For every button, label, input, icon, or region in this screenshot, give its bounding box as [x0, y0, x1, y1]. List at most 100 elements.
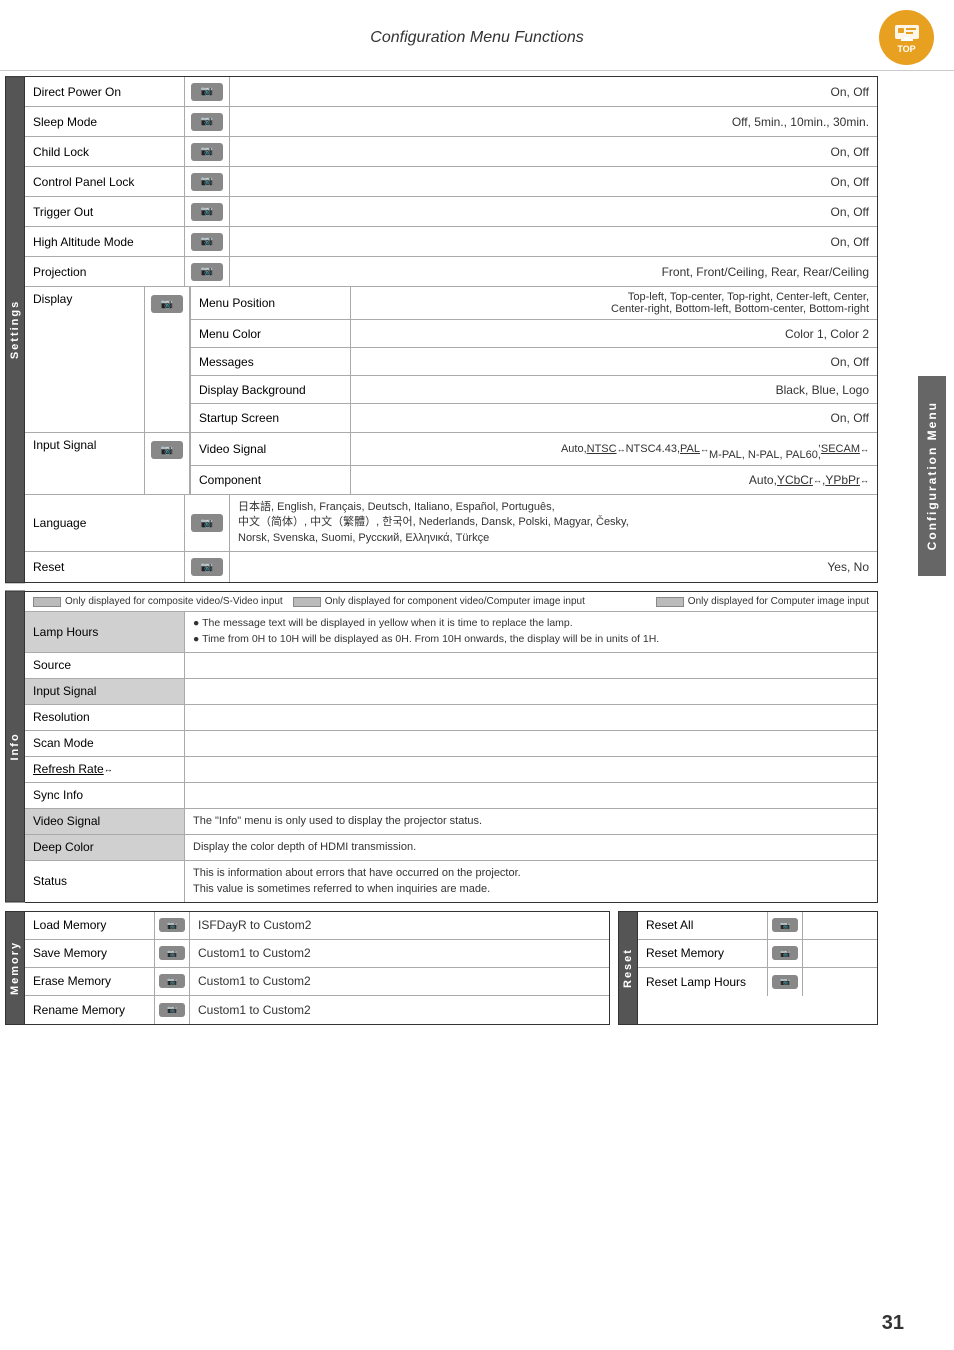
page-header: Configuration Menu Functions TOP — [0, 0, 954, 71]
direct-power-on-row: Direct Power On 📷 On, Off — [25, 77, 877, 107]
composite-legend-text: Only displayed for composite video/S-Vid… — [65, 596, 283, 607]
startup-screen-label: Startup Screen — [191, 404, 351, 432]
rename-memory-label: Rename Memory — [25, 996, 155, 1024]
reset-label: Reset — [25, 552, 185, 582]
reset-all-label: Reset All — [638, 912, 768, 939]
component-row: Component Auto, YCbCr↔, YPbPr↔ — [191, 466, 877, 494]
info-section: Info Only displayed for composite video/… — [5, 591, 878, 903]
resolution-value — [185, 705, 877, 730]
sleep-mode-row: Sleep Mode 📷 Off, 5min., 10min., 30min. — [25, 107, 877, 137]
input-signal-info-row: Input Signal — [25, 679, 877, 705]
control-panel-lock-value: On, Off — [230, 167, 877, 196]
video-signal-label: Video Signal — [191, 433, 351, 465]
status-label: Status — [25, 861, 185, 902]
refresh-rate-label: Refresh Rate↔ — [25, 757, 185, 782]
reset-value: Yes, No — [230, 552, 877, 582]
child-lock-row: Child Lock 📷 On, Off — [25, 137, 877, 167]
sleep-mode-value: Off, 5min., 10min., 30min. — [230, 107, 877, 136]
deep-color-row: Deep Color Display the color depth of HD… — [25, 835, 877, 861]
menu-position-value: Top-left, Top-center, Top-right, Center-… — [351, 287, 877, 319]
scan-mode-label: Scan Mode — [25, 731, 185, 756]
reset-icon: 📷 — [185, 552, 230, 582]
high-altitude-mode-icon: 📷 — [185, 227, 230, 256]
deep-color-label: Deep Color — [25, 835, 185, 860]
erase-memory-value: Custom1 to Custom2 — [190, 968, 609, 995]
component-label: Component — [191, 466, 351, 494]
video-signal-info-value: The "Info" menu is only used to display … — [185, 809, 877, 834]
menu-position-label: Menu Position — [191, 287, 351, 319]
trigger-out-icon: 📷 — [185, 197, 230, 226]
lamp-hours-value: ● The message text will be displayed in … — [185, 612, 877, 652]
reset-memory-label: Reset Memory — [638, 940, 768, 967]
source-label: Source — [25, 653, 185, 678]
messages-label: Messages — [191, 348, 351, 375]
trigger-out-label: Trigger Out — [25, 197, 185, 226]
projection-label: Projection — [25, 257, 185, 286]
display-row: Display 📷 Menu Position Top-left, Top-ce… — [25, 287, 877, 433]
video-signal-row: Video Signal Auto, NTSC↔ NTSC4.43, PAL↔,… — [191, 433, 877, 466]
child-lock-value: On, Off — [230, 137, 877, 166]
high-altitude-mode-value: On, Off — [230, 227, 877, 256]
high-altitude-mode-label: High Altitude Mode — [25, 227, 185, 256]
refresh-rate-row: Refresh Rate↔ — [25, 757, 877, 783]
direct-power-on-value: On, Off — [230, 77, 877, 106]
computer-legend: Only displayed for Computer image input — [656, 596, 869, 607]
save-memory-value: Custom1 to Custom2 — [190, 940, 609, 967]
load-memory-icon: 📷 — [155, 912, 190, 939]
menu-position-row: Menu Position Top-left, Top-center, Top-… — [191, 287, 877, 320]
rename-memory-row: Rename Memory 📷 Custom1 to Custom2 — [25, 996, 609, 1024]
trigger-out-row: Trigger Out 📷 On, Off — [25, 197, 877, 227]
display-icon: 📷 — [145, 287, 190, 432]
rename-memory-value: Custom1 to Custom2 — [190, 996, 609, 1024]
high-altitude-mode-row: High Altitude Mode 📷 On, Off — [25, 227, 877, 257]
child-lock-label: Child Lock — [25, 137, 185, 166]
input-signal-row: Input Signal 📷 Video Signal Auto, NTSC↔ … — [25, 433, 877, 495]
resolution-row: Resolution — [25, 705, 877, 731]
reset-row: Reset 📷 Yes, No — [25, 552, 877, 582]
resolution-label: Resolution — [25, 705, 185, 730]
language-row: Language 📷 日本語, English, Français, Deuts… — [25, 495, 877, 552]
memory-label: Memory — [5, 911, 25, 1025]
input-signal-sub-section: Video Signal Auto, NTSC↔ NTSC4.43, PAL↔,… — [190, 433, 877, 494]
input-signal-label: Input Signal — [25, 433, 145, 494]
reset-lamp-hours-row: Reset Lamp Hours 📷 — [638, 968, 877, 996]
input-signal-icon: 📷 — [145, 433, 190, 494]
deep-color-value: Display the color depth of HDMI transmis… — [185, 835, 877, 860]
computer-legend-text: Only displayed for Computer image input — [688, 596, 869, 607]
memory-wrapper: Memory Load Memory 📷 ISFDayR to Custom2 … — [5, 911, 610, 1025]
reset-memory-icon: 📷 — [768, 940, 803, 967]
settings-section: Settings Direct Power On 📷 On, Off Sleep… — [5, 76, 878, 583]
top-label: TOP — [897, 44, 915, 54]
startup-screen-value: On, Off — [351, 404, 877, 432]
startup-screen-row: Startup Screen On, Off — [191, 404, 877, 432]
projection-value: Front, Front/Ceiling, Rear, Rear/Ceiling — [230, 257, 877, 286]
erase-memory-label: Erase Memory — [25, 968, 155, 995]
bottom-sections: Memory Load Memory 📷 ISFDayR to Custom2 … — [5, 911, 878, 1025]
status-row: Status This is information about errors … — [25, 861, 877, 902]
menu-color-value: Color 1, Color 2 — [351, 320, 877, 347]
right-tab-text: Configuration Menu — [925, 401, 939, 550]
menu-color-label: Menu Color — [191, 320, 351, 347]
source-row: Source — [25, 653, 877, 679]
composite-legend: Only displayed for composite video/S-Vid… — [33, 596, 283, 607]
sync-info-label: Sync Info — [25, 783, 185, 808]
header-title: Configuration Menu Functions — [370, 29, 583, 47]
language-icon: 📷 — [185, 495, 230, 551]
load-memory-row: Load Memory 📷 ISFDayR to Custom2 — [25, 912, 609, 940]
info-legend: Only displayed for composite video/S-Vid… — [25, 592, 877, 612]
reset-all-row: Reset All 📷 — [638, 912, 877, 940]
input-signal-info-label: Input Signal — [25, 679, 185, 704]
scan-mode-row: Scan Mode — [25, 731, 877, 757]
top-icon[interactable]: TOP — [879, 10, 934, 65]
direct-power-on-icon: 📷 — [185, 77, 230, 106]
sleep-mode-icon: 📷 — [185, 107, 230, 136]
right-tab: Configuration Menu — [918, 376, 946, 576]
refresh-rate-value — [185, 757, 877, 782]
load-memory-label: Load Memory — [25, 912, 155, 939]
settings-label: Settings — [5, 76, 25, 583]
sync-info-row: Sync Info — [25, 783, 877, 809]
save-memory-row: Save Memory 📷 Custom1 to Custom2 — [25, 940, 609, 968]
language-label: Language — [25, 495, 185, 551]
reset-all-icon: 📷 — [768, 912, 803, 939]
display-background-value: Black, Blue, Logo — [351, 376, 877, 403]
